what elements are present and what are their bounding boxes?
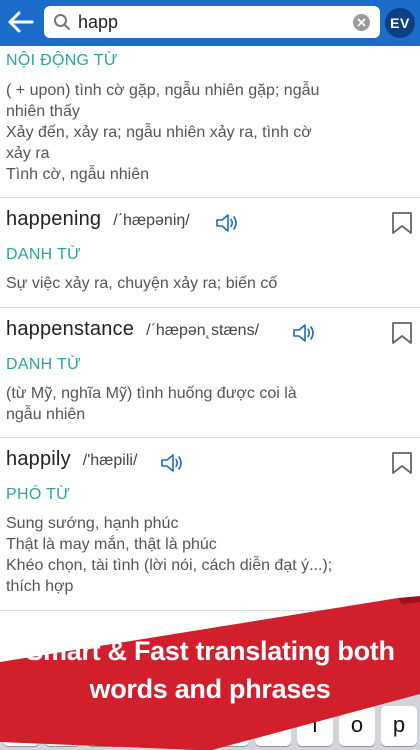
definition-block: (từ Mỹ, nghĩa Mỹ) tình huống được coi là… bbox=[6, 383, 297, 425]
definition-line: (từ Mỹ, nghĩa Mỹ) tình huống được coi là bbox=[6, 385, 297, 402]
clear-search-icon[interactable] bbox=[353, 14, 370, 31]
divider bbox=[0, 197, 420, 198]
definition-line: xảy ra bbox=[6, 145, 50, 162]
part-of-speech-label: DANH TỪ bbox=[6, 246, 82, 263]
speaker-icon[interactable] bbox=[292, 322, 318, 344]
bookmark-icon[interactable] bbox=[391, 451, 413, 475]
divider bbox=[0, 437, 420, 438]
bookmark-icon[interactable] bbox=[391, 321, 413, 345]
promo-banner bbox=[0, 596, 420, 750]
language-toggle-button[interactable]: EV bbox=[385, 8, 415, 38]
definition-line: nhiên thấy bbox=[6, 103, 80, 120]
promo-subline: words and phrases bbox=[89, 674, 331, 704]
top-bar: happ EV bbox=[0, 0, 420, 46]
divider bbox=[0, 307, 420, 308]
bookmark-icon[interactable] bbox=[391, 211, 413, 235]
headword: happening bbox=[6, 208, 102, 230]
headword: happenstance bbox=[6, 318, 135, 340]
definition-line: Sung sướng, hạnh phúc bbox=[6, 515, 179, 532]
speaker-icon[interactable] bbox=[160, 452, 186, 474]
headword: happily bbox=[6, 448, 71, 470]
definition-line: Khéo chọn, tài tình (lời nói, cách diễn … bbox=[6, 557, 333, 574]
definition-line: Xảy đến, xảy ra; ngẫu nhiên xảy ra, tình… bbox=[6, 124, 312, 141]
search-icon bbox=[54, 14, 70, 30]
definition-line: thích hợp bbox=[6, 578, 74, 595]
search-box[interactable]: happ bbox=[44, 6, 380, 38]
definition-line: Thật là may mắn, thật là phúc bbox=[6, 536, 217, 553]
definition-block: ( + upon) tình cờ gặp, ngẫu nhiên gặp; n… bbox=[6, 80, 319, 185]
promo-headline: Smart & Fast translating both bbox=[25, 636, 395, 666]
back-arrow-icon[interactable] bbox=[6, 8, 36, 36]
speaker-icon[interactable] bbox=[215, 212, 241, 234]
phonetic: /ˊhæpəniŋ/ bbox=[113, 212, 190, 229]
phonetic: /'hæpili/ bbox=[82, 452, 138, 469]
part-of-speech-label: DANH TỪ bbox=[6, 356, 82, 373]
definition-block: Sự việc xảy ra, chuyện xảy ra; biến cố bbox=[6, 273, 277, 294]
part-of-speech-label: NỘI ĐỘNG TỪ bbox=[6, 52, 118, 69]
definition-line: Tình cờ, ngẫu nhiên bbox=[6, 166, 150, 183]
entry-header[interactable]: happenstance /ˊhæpən˛stæns/ bbox=[6, 318, 259, 348]
definition-line: ( + upon) tình cờ gặp, ngẫu nhiên gặp; n… bbox=[6, 82, 320, 99]
definition-block: Sung sướng, hạnh phúc Thật là may mắn, t… bbox=[6, 513, 332, 597]
definition-line: Sự việc xảy ra, chuyện xảy ra; biến cố bbox=[6, 275, 278, 292]
phonetic: /ˊhæpən˛stæns/ bbox=[146, 322, 260, 339]
entry-header[interactable]: happily /'hæpili/ bbox=[6, 448, 137, 478]
part-of-speech-label: PHÓ TỪ bbox=[6, 486, 71, 503]
search-input[interactable]: happ bbox=[78, 11, 118, 33]
definition-line: ngẫu nhiên bbox=[6, 406, 86, 423]
entry-header[interactable]: happening /ˊhæpəniŋ/ bbox=[6, 208, 190, 238]
